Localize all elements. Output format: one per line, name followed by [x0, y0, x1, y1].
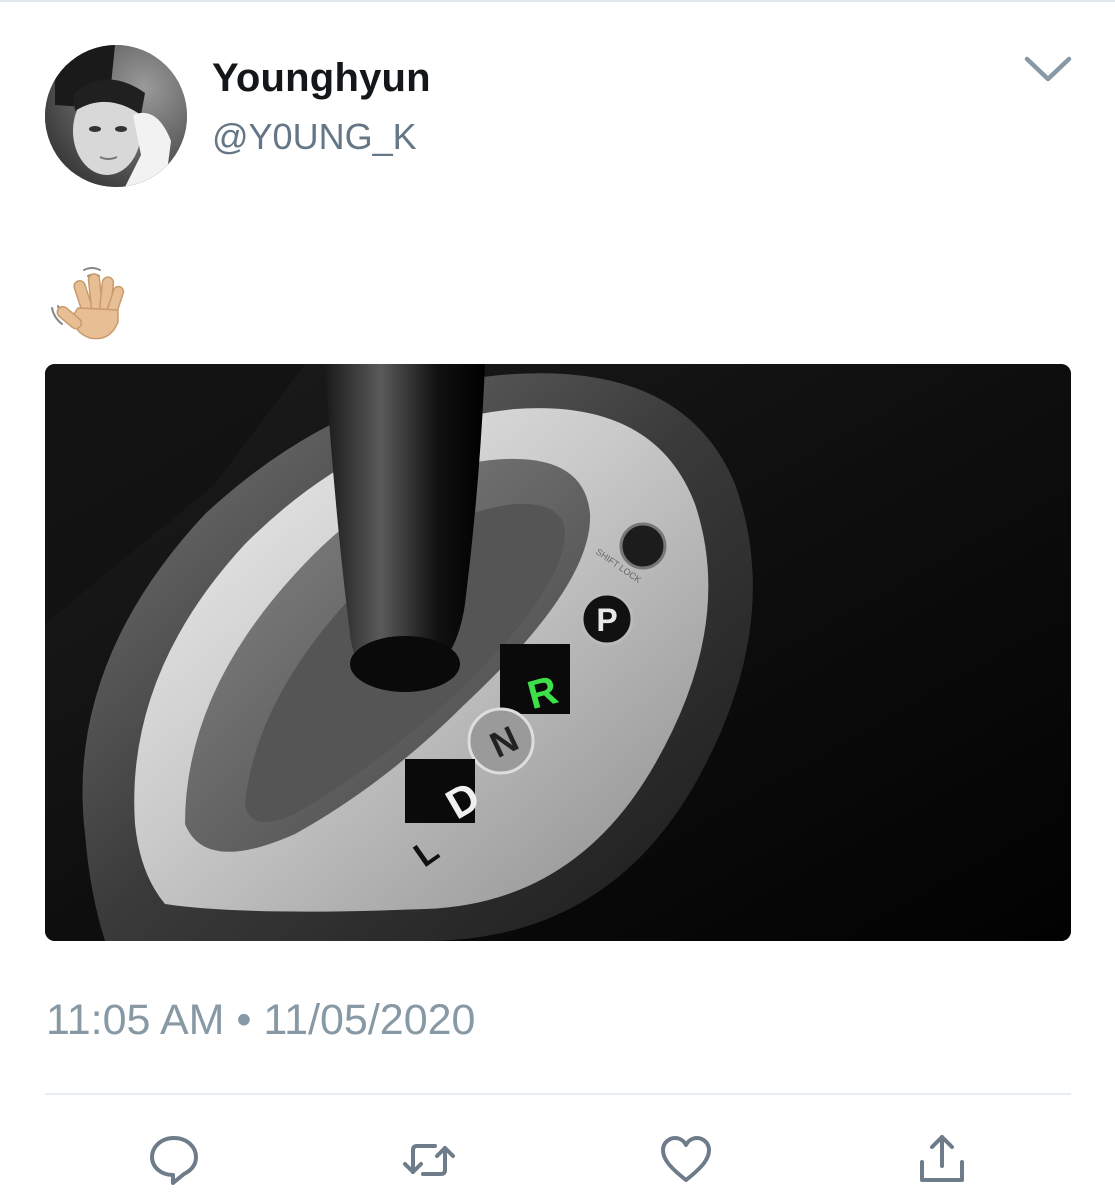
tweet-menu-button[interactable]	[1022, 52, 1074, 86]
reply-button[interactable]	[146, 1132, 202, 1188]
waving-hand-emoji	[51, 267, 125, 340]
tweet-media-image[interactable]: SHIFT LOCK P R N D L	[45, 364, 1071, 941]
retweet-icon	[403, 1144, 455, 1176]
tweet-timestamp[interactable]: 11:05 AM • 11/05/2020	[46, 996, 475, 1045]
gear-indicator-n: N	[467, 707, 535, 775]
retweet-button[interactable]	[401, 1132, 457, 1188]
gear-indicator-p: P	[580, 592, 634, 646]
avatar-image	[45, 45, 187, 187]
tweet-text	[44, 258, 134, 348]
chevron-down-icon	[1024, 56, 1072, 82]
top-divider	[0, 0, 1115, 2]
gear-shifter-photo: SHIFT LOCK P R N D L	[45, 364, 1071, 941]
user-handle[interactable]: @Y0UNG_K	[212, 116, 417, 158]
reply-icon	[150, 1136, 198, 1185]
avatar[interactable]	[45, 45, 187, 187]
share-icon	[920, 1135, 964, 1182]
share-button[interactable]	[914, 1132, 970, 1188]
gear-indicator-r: R	[500, 644, 570, 718]
display-name[interactable]: Younghyun	[212, 56, 431, 101]
heart-icon	[661, 1136, 711, 1182]
gear-p-label: P	[596, 602, 617, 638]
like-button[interactable]	[658, 1132, 714, 1188]
action-bar-divider	[45, 1093, 1071, 1095]
